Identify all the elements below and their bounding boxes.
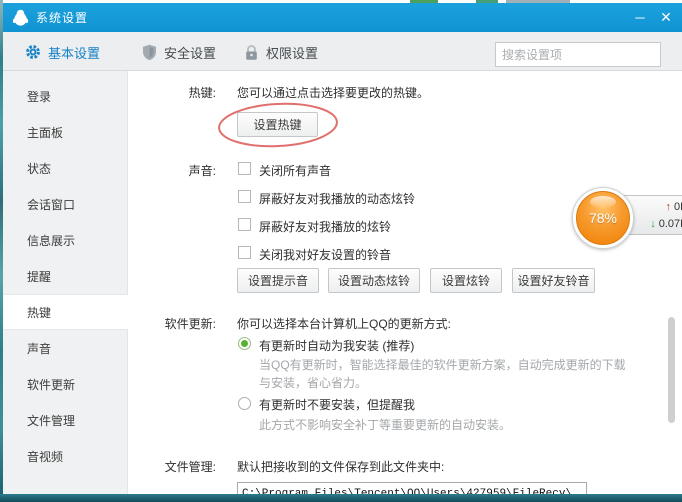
- radio-description: 此方式不影响安全补丁等重要更新的自动安装。: [259, 416, 637, 434]
- set-hotkey-button[interactable]: 设置热键: [237, 112, 318, 137]
- sidebar-item-software-update[interactable]: 软件更新: [3, 366, 128, 402]
- checkbox-label: 关闭所有声音: [259, 162, 331, 179]
- radio-label: 有更新时不要安装，但提醒我: [259, 396, 415, 413]
- sidebar-item-label: 登录: [27, 88, 51, 105]
- settings-window: 系统设置 ─ ✕ 基本设置 安全设置: [3, 3, 682, 494]
- settings-sidebar: 登录 主面板 状态 会话窗口 信息展示 提醒 热键 声音 软件更新 文件管理 音…: [3, 71, 128, 494]
- settings-search[interactable]: [495, 42, 661, 67]
- radio-description: 当QQ有更新时，智能选择最佳的软件更新方案，自动完成更新的下载与安装，省心省力。: [259, 356, 637, 392]
- progress-float-badge[interactable]: 78%: [572, 187, 634, 249]
- title-bar[interactable]: 系统设置 ─ ✕: [3, 3, 682, 32]
- update-section-label: 软件更新:: [141, 315, 216, 332]
- sidebar-item-main-panel[interactable]: 主面板: [3, 114, 128, 150]
- search-input[interactable]: [496, 48, 663, 62]
- checkbox-block-ring[interactable]: [238, 218, 251, 231]
- sidebar-item-label: 主面板: [27, 124, 63, 141]
- checkbox-block-dynamic-ring[interactable]: [238, 190, 251, 203]
- radio-label: 有更新时自动为我安装 (推荐): [259, 337, 414, 354]
- checkbox-label: 关闭我对好友设置的铃音: [259, 246, 391, 263]
- sidebar-item-label: 状态: [27, 160, 51, 177]
- upload-arrow-icon: ↑: [665, 201, 671, 213]
- download-arrow-icon: ↓: [650, 218, 656, 230]
- tab-security-settings[interactable]: 安全设置: [142, 42, 216, 62]
- background-window-bottom-edge: [0, 494, 682, 502]
- sidebar-item-file-management[interactable]: 文件管理: [3, 402, 128, 438]
- sidebar-item-label: 软件更新: [27, 376, 75, 393]
- tab-permission-settings[interactable]: 权限设置: [244, 42, 318, 62]
- scrollbar-thumb[interactable]: [668, 317, 675, 423]
- gear-icon: [25, 44, 41, 60]
- set-ring-button[interactable]: 设置炫铃: [430, 268, 502, 293]
- upload-speed: 0K/s: [674, 201, 682, 213]
- hotkey-description: 您可以通过点击选择要更改的热键。: [237, 84, 429, 101]
- checkbox-mute-friend-ring[interactable]: [238, 246, 251, 259]
- set-dynamic-ring-button[interactable]: 设置动态炫铃: [328, 268, 420, 293]
- download-speed: 0.07K/s: [659, 218, 682, 230]
- hotkey-section-label: 热键:: [141, 84, 216, 101]
- tab-label: 安全设置: [164, 43, 216, 62]
- sidebar-item-label: 会话窗口: [27, 196, 75, 213]
- progress-ball: 78%: [576, 191, 630, 245]
- set-friend-ring-button[interactable]: 设置好友铃音: [512, 268, 595, 293]
- checkbox-mute-all[interactable]: [238, 162, 251, 175]
- qq-penguin-icon: [12, 9, 29, 26]
- sidebar-item-sound[interactable]: 声音: [3, 330, 128, 366]
- sidebar-item-info-display[interactable]: 信息展示: [3, 222, 128, 258]
- settings-content: 热键: 您可以通过点击选择要更改的热键。 设置热键 声音: 关闭所有声音 屏蔽好…: [129, 71, 682, 494]
- progress-percent: 78%: [589, 210, 617, 226]
- sidebar-item-label: 声音: [27, 340, 51, 357]
- sidebar-item-status[interactable]: 状态: [3, 150, 128, 186]
- sidebar-item-login[interactable]: 登录: [3, 78, 128, 114]
- close-button[interactable]: ✕: [652, 3, 680, 32]
- sidebar-item-hotkey[interactable]: 热键: [3, 294, 128, 330]
- update-intro: 你可以选择本台计算机上QQ的更新方式:: [237, 315, 451, 332]
- sidebar-item-label: 热键: [27, 304, 51, 321]
- sound-section-label: 声音:: [141, 162, 216, 179]
- tab-label: 基本设置: [48, 43, 100, 62]
- files-section-label: 文件管理:: [141, 458, 216, 475]
- lock-icon: [244, 44, 259, 61]
- checkbox-label: 屏蔽好友对我播放的动态炫铃: [259, 190, 415, 207]
- tab-label: 权限设置: [266, 43, 318, 62]
- sidebar-item-audio-video[interactable]: 音视频: [3, 438, 128, 474]
- screen: 系统设置 ─ ✕ 基本设置 安全设置: [0, 0, 682, 502]
- radio-auto-install[interactable]: [238, 337, 251, 350]
- tab-bar: 基本设置 安全设置 权限设置: [3, 32, 682, 71]
- window-title: 系统设置: [36, 9, 88, 26]
- radio-remind-only[interactable]: [238, 397, 251, 410]
- tab-basic-settings[interactable]: 基本设置: [25, 42, 100, 62]
- sidebar-item-label: 提醒: [27, 268, 51, 285]
- sidebar-item-chat-window[interactable]: 会话窗口: [3, 186, 128, 222]
- sidebar-item-label: 文件管理: [27, 412, 75, 429]
- files-description: 默认把接收到的文件保存到此文件夹中:: [237, 458, 444, 475]
- shield-icon: [142, 44, 157, 61]
- minimize-button[interactable]: ─: [626, 3, 654, 32]
- sidebar-item-reminder[interactable]: 提醒: [3, 258, 128, 294]
- checkbox-label: 屏蔽好友对我播放的炫铃: [259, 218, 391, 235]
- sidebar-item-label: 信息展示: [27, 232, 75, 249]
- sidebar-item-label: 音视频: [27, 448, 63, 465]
- set-alert-sound-button[interactable]: 设置提示音: [237, 268, 319, 293]
